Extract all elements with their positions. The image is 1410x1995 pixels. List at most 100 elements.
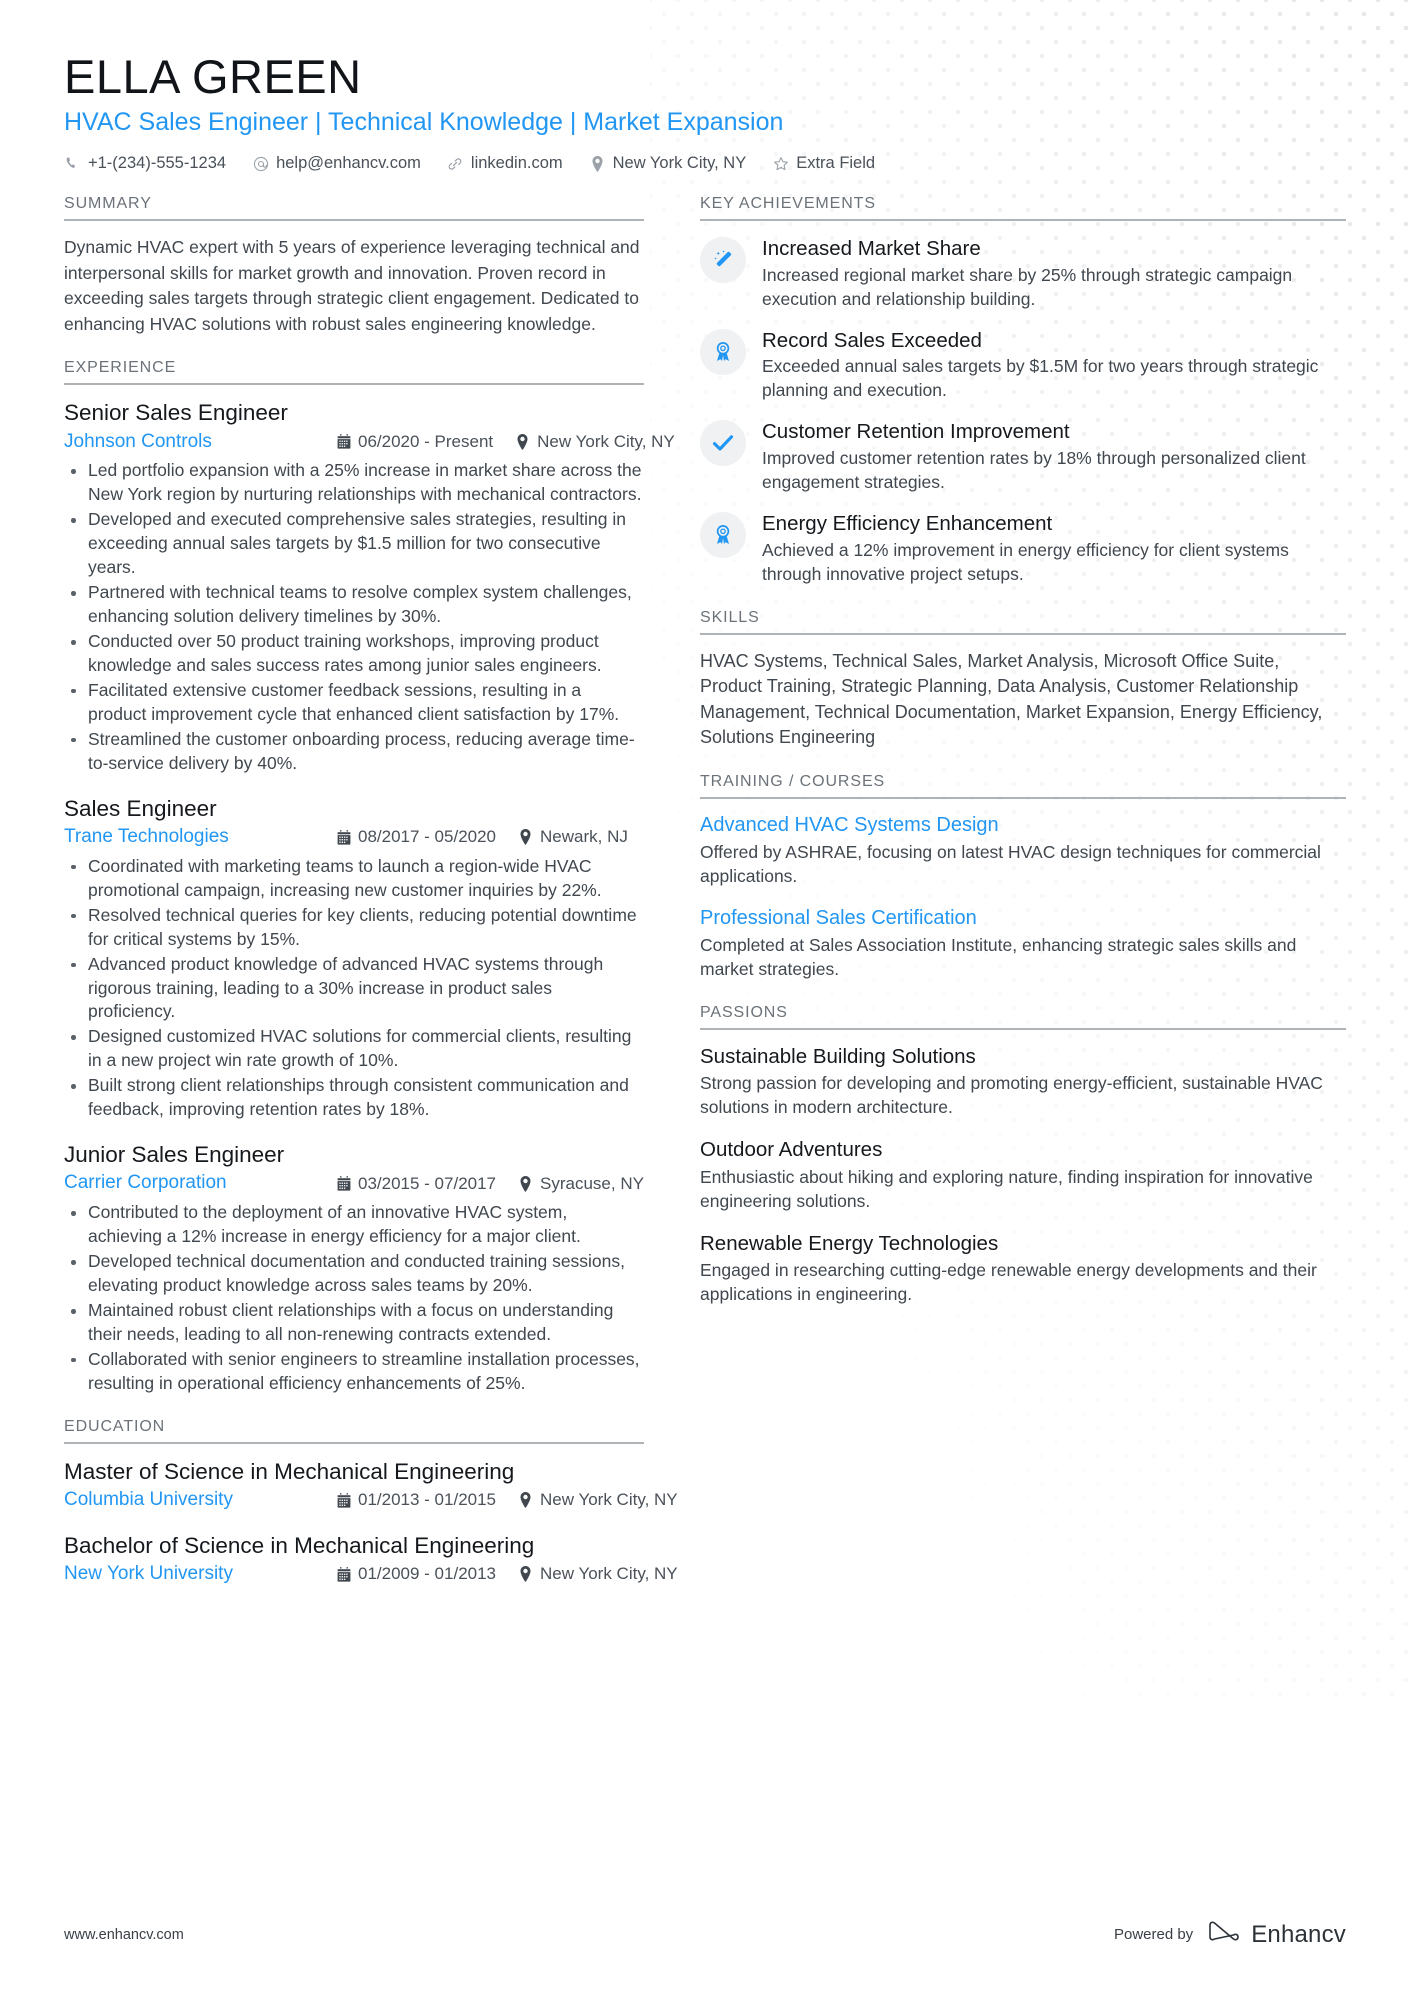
entry-meta: Columbia University 01/2013 - 01/2015 New … — [64, 1488, 678, 1513]
powered-by-label: Powered by — [1113, 1926, 1194, 1943]
bullet-item: Partnered with technical teams to resolv… — [64, 581, 644, 629]
course-title[interactable]: Advanced HVAC Systems Design — [700, 813, 1346, 838]
bullet-item: Developed technical documentation and co… — [64, 1250, 644, 1298]
achievement-item: Energy Efficiency Enhancement Achieved a … — [700, 510, 1346, 587]
contact-item[interactable]: New York City, NY — [589, 154, 747, 173]
achievement-item: Increased Market Share Increased regional… — [700, 235, 1346, 312]
bullet-item: Led portfolio expansion with a 25% incre… — [64, 459, 644, 507]
footer-website-url[interactable]: www.enhancv.com — [64, 1927, 184, 1943]
bullet-item: Facilitated extensive customer feedback … — [64, 679, 644, 727]
entry-organization[interactable]: Trane Technologies — [64, 825, 336, 850]
achievement-body: Customer Retention Improvement Improved c… — [762, 418, 1346, 495]
calendar-icon — [336, 1176, 351, 1192]
contact-row: +1-(234)-555-1234 help@enhancv.com linkedi… — [64, 154, 1346, 173]
location-pin-icon — [518, 1492, 533, 1509]
passion-title: Sustainable Building Solutions — [700, 1044, 976, 1068]
passion-entry: Outdoor Adventures Enthusiastic about hik… — [700, 1137, 1346, 1214]
course-description: Completed at Sales Association Institute… — [700, 934, 1297, 979]
achievement-icon-badge — [700, 328, 746, 375]
achievement-description: Improved customer retention rates by 18%… — [762, 448, 1306, 492]
entry-meta: Johnson Controls 06/2020 - Present New Yor… — [64, 430, 675, 455]
magic-wand-icon — [711, 248, 735, 272]
bullet-item: Developed and executed comprehensive sal… — [64, 508, 644, 580]
entry-organization[interactable]: New York University — [64, 1562, 336, 1587]
right-column: KEY ACHIEVEMENTS Increased Market Share I… — [700, 195, 1346, 1329]
section-skills: SKILLS HVAC Systems, Technical Sales, Ma… — [700, 609, 1346, 751]
bullet-item: Resolved technical queries for key clien… — [64, 904, 644, 952]
entry-bullet-list: Coordinated with marketing teams to laun… — [64, 855, 644, 1123]
entry-location-text: Syracuse, NY — [540, 1173, 644, 1193]
footer-branding: Powered by Enhancv — [1114, 1920, 1346, 1949]
section-training-courses: TRAINING / COURSES Advanced HVAC Systems… — [700, 773, 1346, 982]
bullet-item: Built strong client relationships throug… — [64, 1074, 644, 1122]
entry-organization[interactable]: Carrier Corporation — [64, 1171, 336, 1196]
entry-location-text: New York City, NY — [540, 1564, 678, 1584]
contact-item[interactable]: +1-(234)-555-1234 — [64, 154, 226, 173]
section-heading-passions: PASSIONS — [700, 1003, 788, 1021]
section-heading-experience: EXPERIENCE — [64, 359, 177, 377]
course-entry: Advanced HVAC Systems Design Offered by A… — [700, 813, 1346, 889]
entry-bullet-list: Led portfolio expansion with a 25% incre… — [64, 459, 644, 776]
resume-footer: www.enhancv.com Powered by Enhancv — [0, 1920, 1410, 1949]
course-title[interactable]: Professional Sales Certification — [700, 906, 1346, 931]
bullet-item: Advanced product knowledge of advanced H… — [64, 953, 644, 1025]
entry-job-title: Master of Science in Mechanical Engineer… — [64, 1458, 515, 1484]
award-ribbon-icon — [711, 340, 735, 364]
achievement-item: Customer Retention Improvement Improved c… — [700, 418, 1346, 495]
contact-item[interactable]: help@enhancv.com — [252, 154, 421, 173]
passion-description: Enthusiastic about hiking and exploring … — [700, 1166, 1313, 1211]
course-description: Offered by ASHRAE, focusing on latest HV… — [700, 841, 1321, 886]
passion-title: Renewable Energy Technologies — [700, 1231, 999, 1255]
entry-location: New York City, NY — [518, 1563, 678, 1585]
achievement-title: Increased Market Share — [762, 237, 981, 261]
contact-text: help@enhancv.com — [276, 154, 421, 173]
entry-dates-text: 06/2020 - Present — [358, 431, 494, 451]
entry-meta: Carrier Corporation 03/2015 - 07/2017 Syra… — [64, 1171, 644, 1196]
experience-list: Senior Sales Engineer Johnson Controls 06/… — [64, 399, 675, 1395]
bullet-item: Designed customized HVAC solutions for c… — [64, 1025, 644, 1073]
entry-dates-text: 01/2009 - 01/2013 — [358, 1564, 497, 1584]
entry-date-range: 01/2013 - 01/2015 — [336, 1489, 496, 1511]
section-heading-education: EDUCATION — [64, 1417, 166, 1435]
section-key-achievements: KEY ACHIEVEMENTS Increased Market Share I… — [700, 195, 1346, 586]
entry-date-range: 08/2017 - 05/2020 — [336, 826, 496, 848]
enhancv-mark-icon — [1207, 1920, 1241, 1949]
passions-list: Sustainable Building Solutions Strong pas… — [700, 1044, 1346, 1308]
section-divider — [700, 632, 1346, 635]
entry-job-title: Bachelor of Science in Mechanical Engine… — [64, 1532, 535, 1558]
contact-item[interactable]: Extra Field — [772, 154, 875, 173]
course-entry: Professional Sales Certification Complete… — [700, 906, 1346, 982]
contact-text: Extra Field — [796, 154, 876, 173]
bullet-item: Contributed to the deployment of an inno… — [64, 1201, 644, 1249]
achievement-title: Energy Efficiency Enhancement — [762, 511, 1053, 535]
contact-text: New York City, NY — [612, 154, 747, 173]
email-icon — [252, 155, 269, 172]
calendar-icon — [336, 1492, 351, 1508]
location-pin-icon — [518, 1566, 533, 1582]
entry-organization[interactable]: Johnson Controls — [64, 430, 336, 455]
achievements-list: Increased Market Share Increased regional… — [700, 235, 1346, 586]
entry-location-text: New York City, NY — [540, 1490, 678, 1510]
achievement-description: Increased regional market share by 25% t… — [762, 264, 1293, 309]
achievement-description: Exceeded annual sales targets by $1.5M f… — [762, 356, 1319, 401]
section-summary: SUMMARY Dynamic HVAC expert with 5 years… — [64, 195, 644, 337]
entry-organization[interactable]: Columbia University — [64, 1488, 336, 1513]
section-heading-achievements: KEY ACHIEVEMENTS — [700, 195, 876, 213]
calendar-icon — [336, 1566, 351, 1582]
enhancv-brand-name: Enhancv — [1251, 1920, 1346, 1948]
entry-job-title: Junior Sales Engineer — [64, 1142, 285, 1168]
contact-item[interactable]: linkedin.com — [447, 154, 563, 173]
location-pin-icon — [518, 1175, 533, 1192]
achievement-icon-badge — [700, 420, 746, 467]
entry-date-range: 03/2015 - 07/2017 — [336, 1173, 496, 1195]
full-name: ELLA GREEN — [64, 50, 362, 103]
entry-location: Syracuse, NY — [518, 1173, 644, 1195]
experience-entry: Senior Sales Engineer Johnson Controls 06/… — [64, 399, 675, 776]
passion-title: Outdoor Adventures — [700, 1138, 883, 1162]
resume-content: ELLA GREEN HVAC Sales Engineer | Technic… — [0, 0, 1410, 1609]
experience-entry: Master of Science in Mechanical Engineer… — [64, 1458, 678, 1513]
achievement-body: Energy Efficiency Enhancement Achieved a … — [762, 510, 1346, 587]
calendar-icon — [336, 434, 351, 450]
calendar-icon — [336, 829, 351, 845]
section-heading-training: TRAINING / COURSES — [700, 772, 886, 790]
